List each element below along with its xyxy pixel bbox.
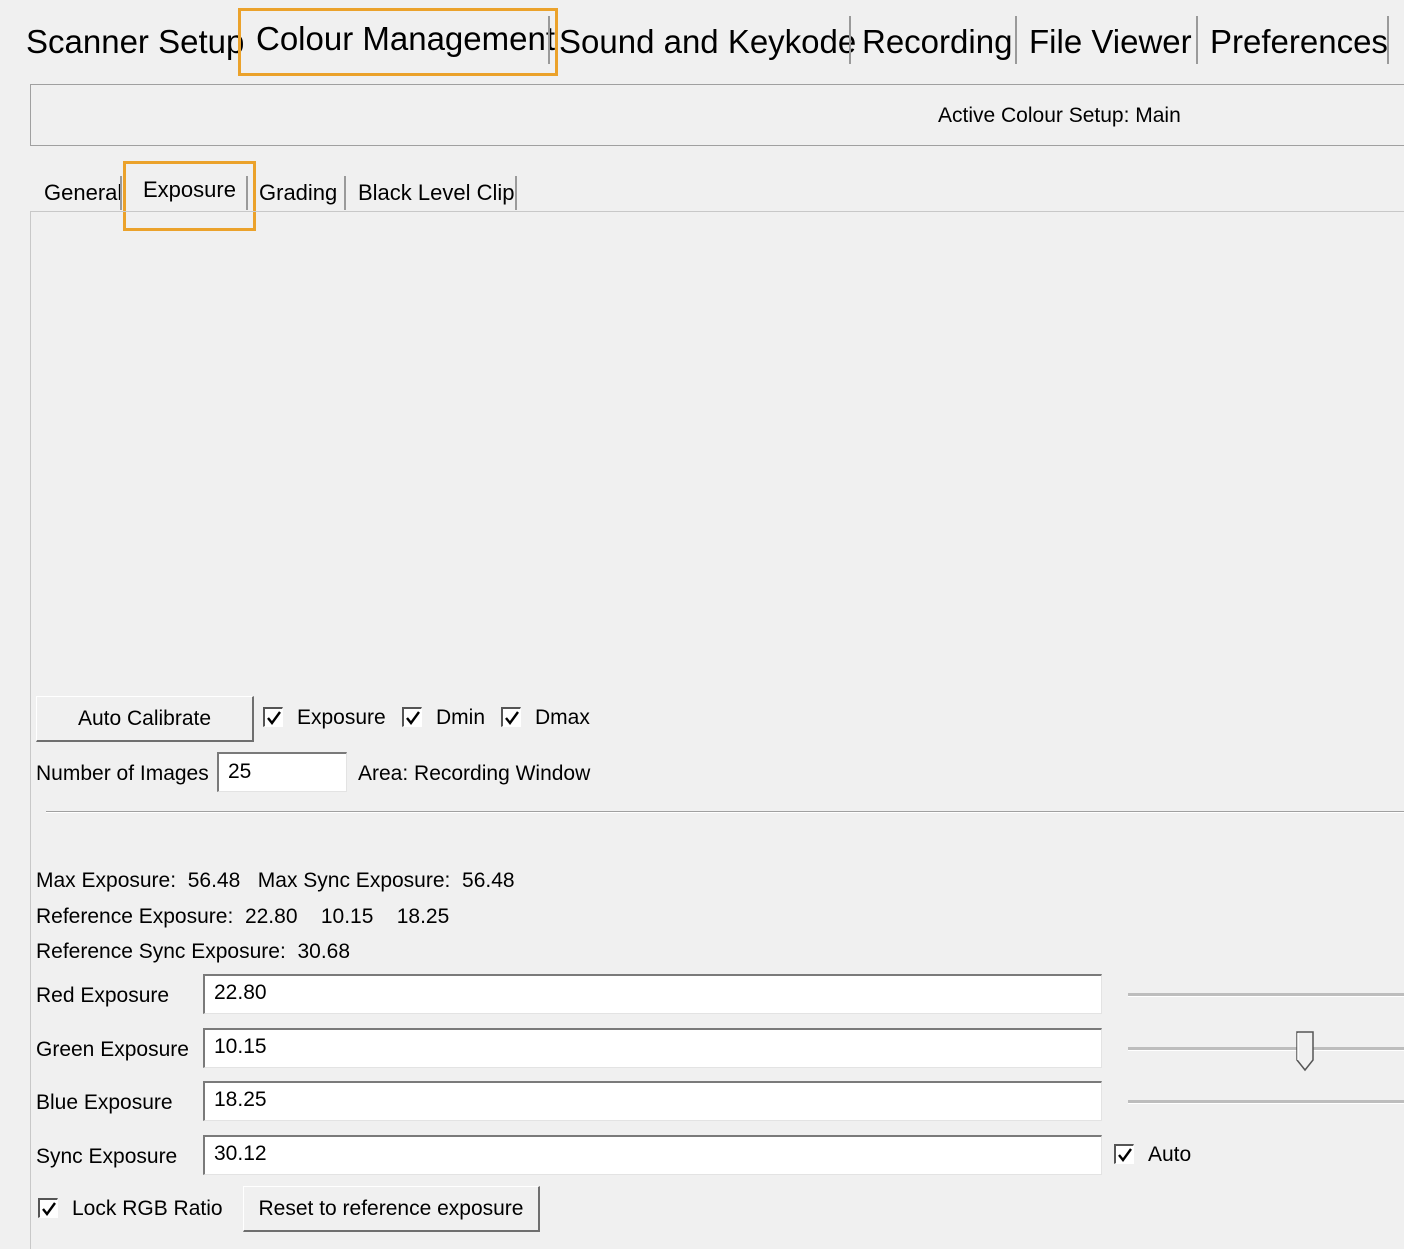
active-tab-highlight	[238, 8, 558, 76]
number-of-images-label: Number of Images	[36, 762, 209, 785]
colour-setup-header	[30, 84, 1404, 146]
check-icon	[267, 711, 281, 725]
tab-preferences[interactable]: Preferences	[1210, 22, 1388, 62]
reset-to-reference-exposure-button[interactable]: Reset to reference exposure	[243, 1186, 540, 1232]
reference-exposure-text: Reference Exposure: 22.80 10.15 18.25	[36, 905, 450, 928]
check-icon	[505, 711, 519, 725]
tab-file-viewer[interactable]: File Viewer	[1029, 22, 1192, 62]
blue-exposure-label: Blue Exposure	[36, 1091, 173, 1114]
tab-sound-and-keykode[interactable]: Sound and Keykode	[559, 22, 856, 62]
max-exposure-text: Max Exposure: 56.48 Max Sync Exposure: 5…	[36, 869, 515, 892]
subtab-separator	[515, 176, 517, 210]
subtab-baseline	[30, 211, 1404, 212]
auto-checkbox-label: Auto	[1148, 1143, 1192, 1166]
lock-rgb-ratio-checkbox[interactable]	[38, 1198, 58, 1218]
dmax-checkbox-label: Dmax	[535, 706, 590, 729]
subtab-general[interactable]: General	[44, 180, 122, 206]
auto-checkbox[interactable]	[1114, 1144, 1134, 1164]
green-exposure-slider[interactable]	[1128, 1047, 1404, 1051]
active-colour-setup-label: Active Colour Setup: Main	[938, 104, 1181, 127]
tab-recording[interactable]: Recording	[862, 22, 1012, 62]
check-icon	[406, 711, 420, 725]
sync-exposure-label: Sync Exposure	[36, 1145, 178, 1168]
green-exposure-label: Green Exposure	[36, 1038, 189, 1061]
green-exposure-input[interactable]: 10.15	[203, 1028, 1102, 1068]
subtab-black-level-clip[interactable]: Black Level Clip	[358, 180, 515, 206]
section-divider-highlight	[46, 812, 1404, 813]
main-tab-bar: Scanner Setup Colour Management Sound an…	[0, 0, 1404, 70]
blue-exposure-input[interactable]: 18.25	[203, 1081, 1102, 1121]
blue-exposure-slider[interactable]	[1128, 1100, 1404, 1104]
red-exposure-slider[interactable]	[1128, 993, 1404, 997]
slider-thumb-icon[interactable]	[1295, 1030, 1317, 1074]
tab-separator	[1387, 16, 1389, 64]
check-icon	[1118, 1148, 1132, 1162]
tab-scanner-setup[interactable]: Scanner Setup	[26, 22, 244, 62]
subtab-separator	[344, 176, 346, 210]
active-subtab-highlight	[123, 161, 256, 231]
red-exposure-label: Red Exposure	[36, 984, 170, 1007]
reference-sync-exposure-text: Reference Sync Exposure: 30.68	[36, 940, 351, 963]
exposure-checkbox[interactable]	[263, 707, 283, 727]
number-of-images-input[interactable]: 25	[217, 752, 347, 792]
area-label: Area: Recording Window	[358, 762, 591, 785]
subtab-separator	[120, 176, 122, 210]
subtab-grading[interactable]: Grading	[259, 180, 337, 206]
auto-calibrate-button[interactable]: Auto Calibrate	[36, 696, 254, 742]
dmin-checkbox-label: Dmin	[436, 706, 486, 729]
lock-rgb-ratio-label: Lock RGB Ratio	[72, 1197, 223, 1220]
tab-separator	[849, 16, 851, 64]
sync-exposure-input[interactable]: 30.12	[203, 1135, 1102, 1175]
tab-separator	[1196, 16, 1198, 64]
red-exposure-input[interactable]: 22.80	[203, 974, 1102, 1014]
dmin-checkbox[interactable]	[402, 707, 422, 727]
dmax-checkbox[interactable]	[501, 707, 521, 727]
exposure-checkbox-label: Exposure	[297, 706, 386, 729]
tab-separator	[1015, 16, 1017, 64]
panel-border	[30, 211, 31, 1249]
check-icon	[42, 1202, 56, 1216]
